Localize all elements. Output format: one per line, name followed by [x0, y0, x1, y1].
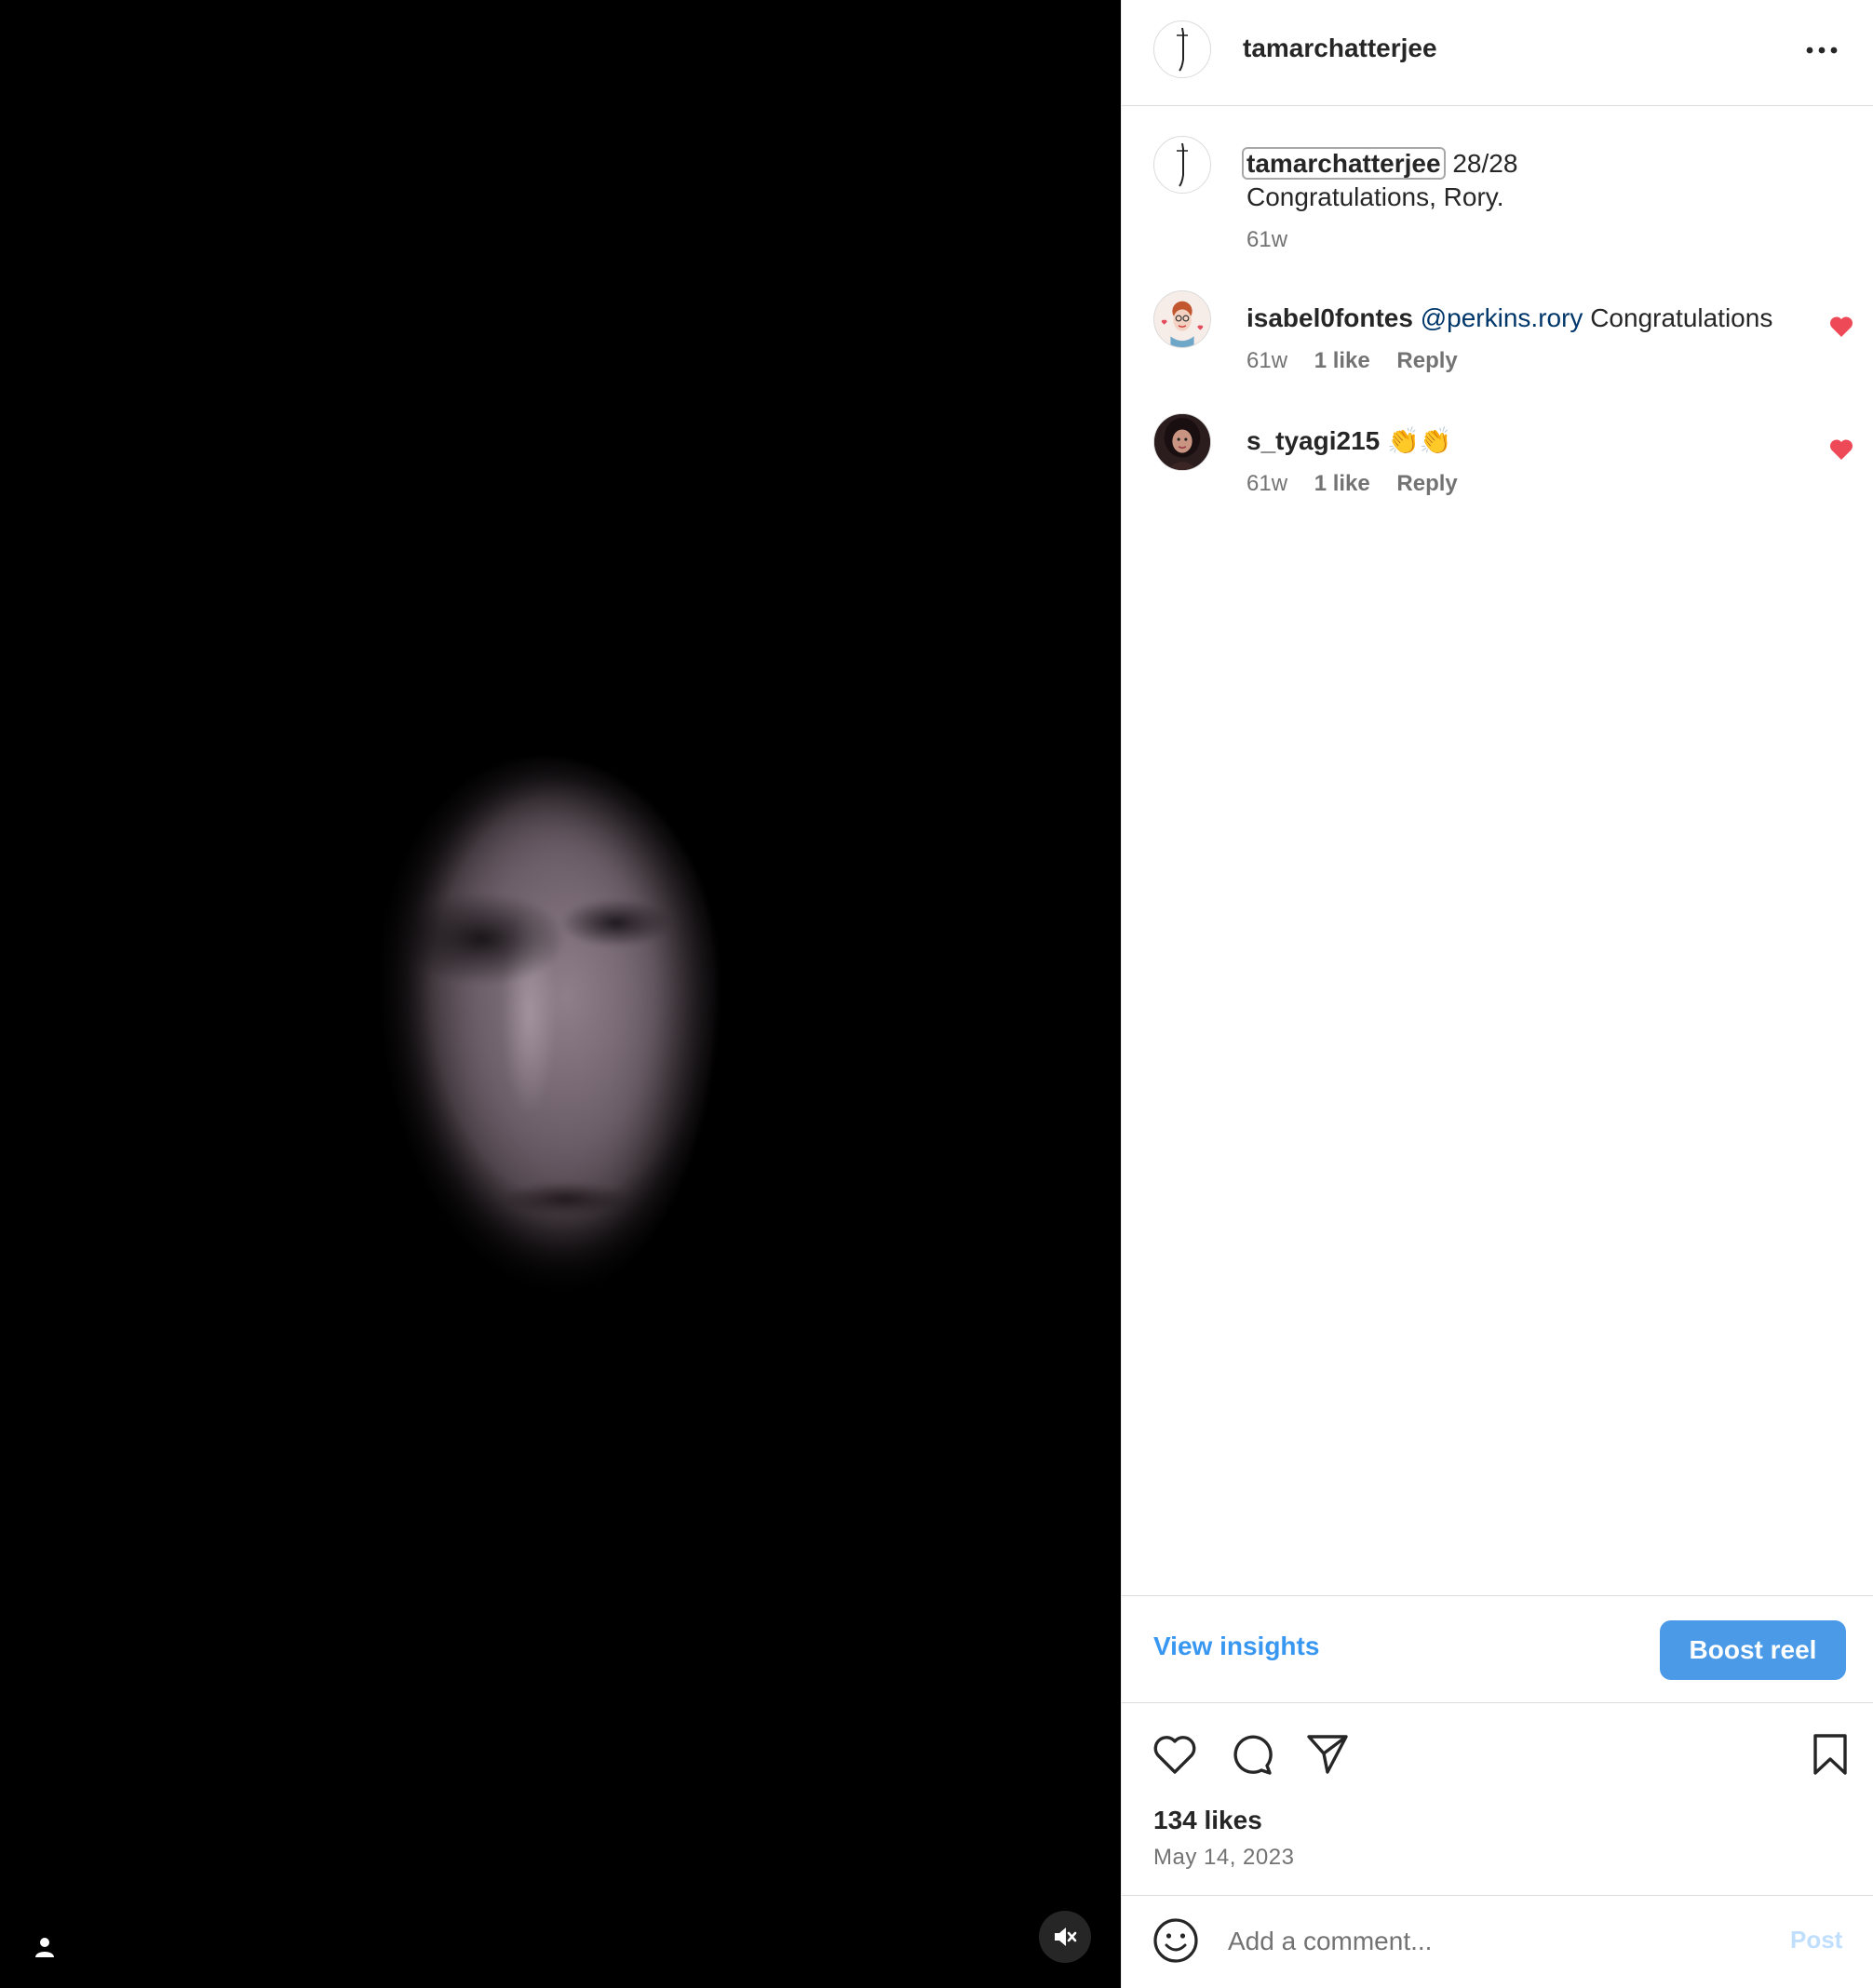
post-actions [1122, 1703, 1873, 1778]
comment-meta: 61w 1 like Reply [1246, 467, 1805, 501]
comment-like-count[interactable]: 1 like [1314, 348, 1370, 373]
emoji-icon [1153, 1918, 1198, 1963]
like-button[interactable] [1152, 1731, 1198, 1778]
author-avatar[interactable] [1153, 20, 1211, 78]
more-options-icon [1806, 47, 1838, 54]
commenter-avatar[interactable] [1153, 290, 1211, 348]
comment-mention-link[interactable]: @perkins.rory [1421, 303, 1583, 332]
author-username[interactable]: tamarchatterjee [1243, 34, 1437, 63]
comment-like-count[interactable]: 1 like [1314, 471, 1370, 496]
comment-like-button[interactable] [1827, 313, 1855, 341]
mute-toggle-button[interactable] [1039, 1911, 1091, 1963]
comment-time[interactable]: 61w [1246, 348, 1287, 373]
caption-username[interactable]: tamarchatterjee [1242, 147, 1446, 180]
like-count[interactable]: 134 likes [1153, 1806, 1262, 1835]
caption-body: tamarchatterjee 28/28 Congratulations, R… [1242, 147, 1805, 257]
more-options-button[interactable] [1801, 32, 1842, 69]
comment-text: 👏👏 [1387, 426, 1452, 455]
share-button[interactable] [1304, 1731, 1351, 1778]
caption-time[interactable]: 61w [1246, 227, 1287, 252]
avatar-photo-icon [1154, 414, 1210, 470]
comment-reply-button[interactable]: Reply [1396, 348, 1457, 373]
caption-text: 28/28 [1452, 149, 1518, 178]
emoji-picker-button[interactable] [1152, 1916, 1200, 1965]
caption-text-line2: Congratulations, Rory. [1246, 182, 1504, 211]
comment-input[interactable] [1226, 1914, 1751, 1968]
heart-filled-icon [1829, 316, 1853, 337]
muted-speaker-icon [1055, 1928, 1077, 1946]
caption-author-avatar[interactable] [1153, 136, 1211, 194]
comment-text: Congratulations [1590, 303, 1773, 332]
dagger-logo-icon [1177, 142, 1188, 187]
post-side-panel: tamarchatterjee tamarchatterjee 28/28 Co… [1121, 0, 1873, 1988]
reel-media[interactable] [0, 0, 1121, 1988]
heart-filled-icon [1829, 439, 1853, 460]
post-date[interactable]: May 14, 2023 [1153, 1845, 1294, 1871]
caption-meta: 61w [1246, 223, 1805, 257]
comment-time[interactable]: 61w [1246, 471, 1287, 496]
comment-composer: Post [1122, 1895, 1873, 1988]
save-button[interactable] [1807, 1731, 1853, 1778]
comment-like-button[interactable] [1827, 436, 1855, 463]
comment-button[interactable] [1228, 1731, 1274, 1778]
video-vignette [354, 735, 745, 1312]
comment-username[interactable]: s_tyagi215 [1246, 426, 1380, 455]
comment-reply-button[interactable]: Reply [1396, 471, 1457, 496]
comment-body: s_tyagi215 👏👏 61w 1 like Reply [1246, 424, 1805, 501]
comment-meta: 61w 1 like Reply [1246, 344, 1805, 378]
dagger-logo-icon [1177, 27, 1188, 72]
commenter-avatar[interactable] [1153, 413, 1211, 471]
avatar-illustration-icon [1154, 291, 1210, 347]
share-icon [1307, 1735, 1348, 1774]
boost-reel-button[interactable]: Boost reel [1660, 1620, 1846, 1680]
comment-username[interactable]: isabel0fontes [1246, 303, 1413, 332]
post-comment-button[interactable]: Post [1790, 1926, 1842, 1954]
heart-icon [1153, 1736, 1196, 1774]
post-header: tamarchatterjee [1122, 0, 1873, 106]
user-tag-icon [35, 1938, 54, 1957]
comment-body: isabel0fontes @perkins.rory Congratulati… [1246, 302, 1805, 378]
insights-bar: View insights Boost reel [1122, 1595, 1873, 1703]
comment-icon [1233, 1735, 1273, 1775]
bookmark-icon [1813, 1734, 1847, 1775]
view-insights-link[interactable]: View insights [1153, 1632, 1319, 1661]
tagged-users-button[interactable] [28, 1930, 61, 1964]
